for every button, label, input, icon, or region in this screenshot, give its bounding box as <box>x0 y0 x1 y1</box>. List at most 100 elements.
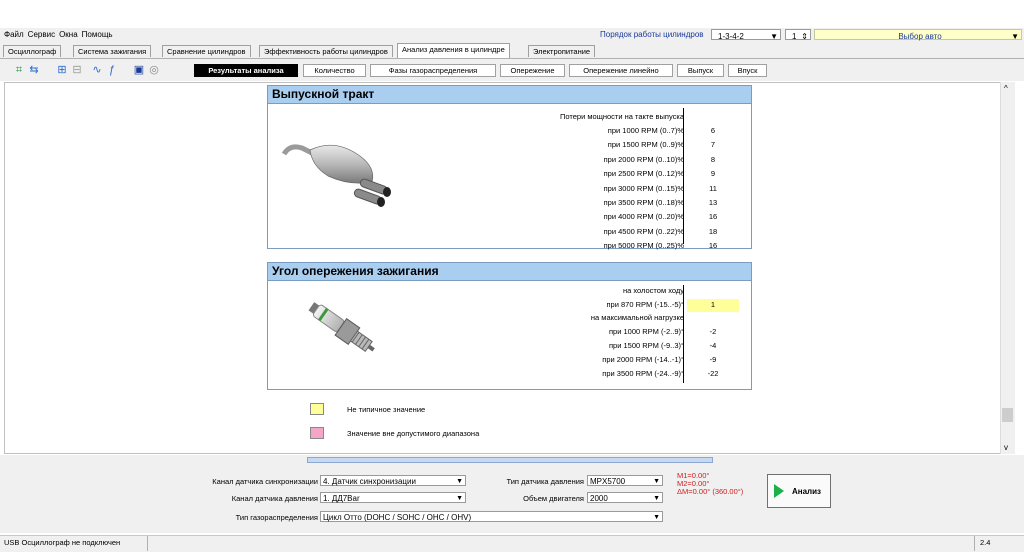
chevron-down-icon: ▼ <box>653 495 660 502</box>
exhaust-row-value: 16 <box>708 241 718 251</box>
ignition-row-value: -9 <box>709 355 717 364</box>
analysis-content: Выпускной тракт Потери мощности на такте… <box>4 82 1015 454</box>
save-icon[interactable]: ▣ <box>132 63 146 77</box>
main-tabs: Осциллограф Система зажигания Сравнение … <box>0 42 1024 59</box>
legend-out-of-range-label: Значение вне допустимого диапазона <box>347 429 480 438</box>
pressure-channel-select[interactable]: 1. ДД7Bar ▼ <box>320 492 466 503</box>
sync-icon[interactable]: ⇆ <box>27 63 41 77</box>
subtab-analysis-results[interactable]: Результаты анализа <box>194 64 298 77</box>
tab-cylinder-pressure[interactable]: Анализ давления в цилиндре <box>397 43 510 58</box>
ignition-idle-label: при 870 RPM (-15..-5)° <box>606 300 684 309</box>
subtab-intake[interactable]: Впуск <box>728 64 767 77</box>
subtab-quantity[interactable]: Количество <box>303 64 366 77</box>
ignition-row-label: при 3500 RPM (-24..-9)° <box>602 369 684 378</box>
timing-type-value: Цикл Отто (DOHC / SOHC / OHC / OHV) <box>323 513 472 522</box>
exhaust-row-value: 18 <box>708 226 718 236</box>
sync-channel-select[interactable]: 4. Датчик синхронизации ▼ <box>320 475 466 486</box>
marker-readout: M1=0.00° M2=0.00° ΔM=0.00° (360.00°) <box>677 472 743 496</box>
chevron-down-icon: ▼ <box>456 495 463 502</box>
exhaust-row-value: 7 <box>710 140 716 150</box>
subtab-exhaust[interactable]: Выпуск <box>677 64 724 77</box>
exhaust-header: Потери мощности на такте выпуска <box>560 112 684 121</box>
status-version: 2.4 <box>980 538 991 547</box>
analyze-button[interactable]: Анализ <box>767 474 831 508</box>
scroll-down-icon[interactable]: v <box>1004 443 1008 452</box>
splitter-handle[interactable] <box>307 457 713 463</box>
car-select[interactable]: Выбор авто ▼ <box>814 29 1022 41</box>
grid-icon[interactable]: ⌗ <box>12 63 26 77</box>
timing-type-select[interactable]: Цикл Отто (DOHC / SOHC / OHC / OHV) ▼ <box>320 511 663 522</box>
marker-delta: ΔM=0.00° (360.00°) <box>677 487 744 496</box>
exhaust-row-value: 13 <box>708 198 718 207</box>
cylinder-spin-value: 1 <box>792 32 797 41</box>
menu-bar: Файл Сервис Окна Помощь Порядок работы цили… <box>0 28 1024 42</box>
exhaust-row-label: при 4000 RPM (0..20)% <box>603 212 684 222</box>
status-divider <box>974 536 975 551</box>
pressure-sensor-label: Тип датчика давления <box>506 477 584 486</box>
tab-ignition-system[interactable]: Система зажигания <box>73 45 152 57</box>
menu-file[interactable]: Файл <box>4 30 24 39</box>
tab-cylinder-efficiency[interactable]: Эффективность работы цилиндров <box>259 45 393 57</box>
cylinder-order-value: 1-3-4-2 <box>718 32 744 41</box>
exhaust-row-label: при 1000 RPM (0..7)% <box>607 126 684 135</box>
sync-channel-label: Канал датчика синхронизации <box>212 477 318 486</box>
subtab-valve-timing[interactable]: Фазы газораспределения <box>370 64 496 77</box>
pressure-sensor-select[interactable]: MPX5700 ▼ <box>587 475 663 486</box>
menu-help[interactable]: Помощь <box>82 30 113 39</box>
cylinder-spin[interactable]: 1 ⇕ <box>785 29 811 41</box>
status-bar: USB Осциллограф не подключен 2.4 <box>0 535 1024 552</box>
exhaust-title: Выпускной тракт <box>268 86 751 104</box>
muffler-image <box>281 144 391 207</box>
cylinder-order-label: Порядок работы цилиндров <box>600 30 704 39</box>
chevron-down-icon: ▼ <box>456 478 463 485</box>
engine-volume-select[interactable]: 2000 ▼ <box>587 492 663 503</box>
algorithm-icon[interactable]: ƒ <box>105 63 119 77</box>
status-connection: USB Осциллограф не подключен <box>4 538 121 547</box>
ignition-row-value: -4 <box>709 341 717 350</box>
exhaust-row-label: при 1500 RPM (0..9)% <box>607 140 684 150</box>
scale-icon[interactable]: ⊟ <box>70 63 84 77</box>
exhaust-row-value: 8 <box>710 154 716 164</box>
ignition-row-label: при 1500 RPM (-9..3)° <box>608 341 684 350</box>
exhaust-row-label: при 4500 RPM (0..22)% <box>603 226 684 236</box>
scroll-up-icon[interactable]: ^ <box>1004 84 1008 93</box>
cylinder-order-select[interactable]: 1-3-4-2 ▼ <box>711 29 781 41</box>
ignition-row-value: -22 <box>707 369 719 378</box>
chevron-down-icon: ▼ <box>653 514 660 521</box>
exhaust-row-value: 16 <box>708 212 718 222</box>
car-select-label: Выбор авто <box>898 32 942 41</box>
tab-power-supply[interactable]: Электропитание <box>528 45 596 57</box>
pressure-channel-value: 1. ДД7Bar <box>323 494 360 503</box>
exhaust-panel: Выпускной тракт Потери мощности на такте… <box>267 85 752 251</box>
menu-windows[interactable]: Окна <box>59 30 78 39</box>
exhaust-row-label: при 3500 RPM (0..18)% <box>603 198 684 207</box>
subtab-advance[interactable]: Опережение <box>500 64 565 77</box>
ignition-idle-value: 1 <box>710 300 716 309</box>
scroll-thumb[interactable] <box>1002 408 1013 422</box>
ignition-row-label: при 1000 RPM (-2..9)° <box>608 327 684 336</box>
chevron-down-icon: ▼ <box>653 478 660 485</box>
exhaust-row-label: при 5000 RPM (0..25)% <box>603 241 684 251</box>
exhaust-row-value: 9 <box>710 169 716 179</box>
menu-service[interactable]: Сервис <box>28 30 55 39</box>
exhaust-row-value: 6 <box>710 126 716 135</box>
ignition-load-header: на максимальной нагрузке <box>590 313 684 322</box>
status-divider <box>147 536 148 551</box>
exhaust-row-label: при 2500 RPM (0..12)% <box>603 169 684 179</box>
timing-type-label: Тип газораспределения <box>235 513 318 522</box>
sync-channel-value: 4. Датчик синхронизации <box>323 477 416 486</box>
subtab-advance-linear[interactable]: Опережение линейно <box>569 64 673 77</box>
content-scrollbar[interactable]: ^ v <box>1000 82 1015 454</box>
toolbar: ⌗ ⇆ ⊞ ⊟ ∿ ƒ ▣ ◎ Результаты анализа Колич… <box>0 59 1024 81</box>
legend-out-of-range-swatch <box>310 427 324 439</box>
exhaust-row-value: 11 <box>709 183 717 193</box>
auto-scale-icon[interactable]: ⊞ <box>55 63 69 77</box>
ignition-row-value: -2 <box>709 327 717 336</box>
compare-icon[interactable]: ◎ <box>147 63 161 77</box>
engine-volume-label: Объем двигателя <box>523 494 584 503</box>
settings-panel: Канал датчика синхронизации 4. Датчик си… <box>0 455 1024 533</box>
legend-atypical-label: Не типичное значение <box>347 405 426 414</box>
waveform-icon[interactable]: ∿ <box>90 63 104 77</box>
tab-oscilloscope[interactable]: Осциллограф <box>3 45 62 57</box>
tab-cylinder-comparison[interactable]: Сравнение цилиндров <box>162 45 251 57</box>
